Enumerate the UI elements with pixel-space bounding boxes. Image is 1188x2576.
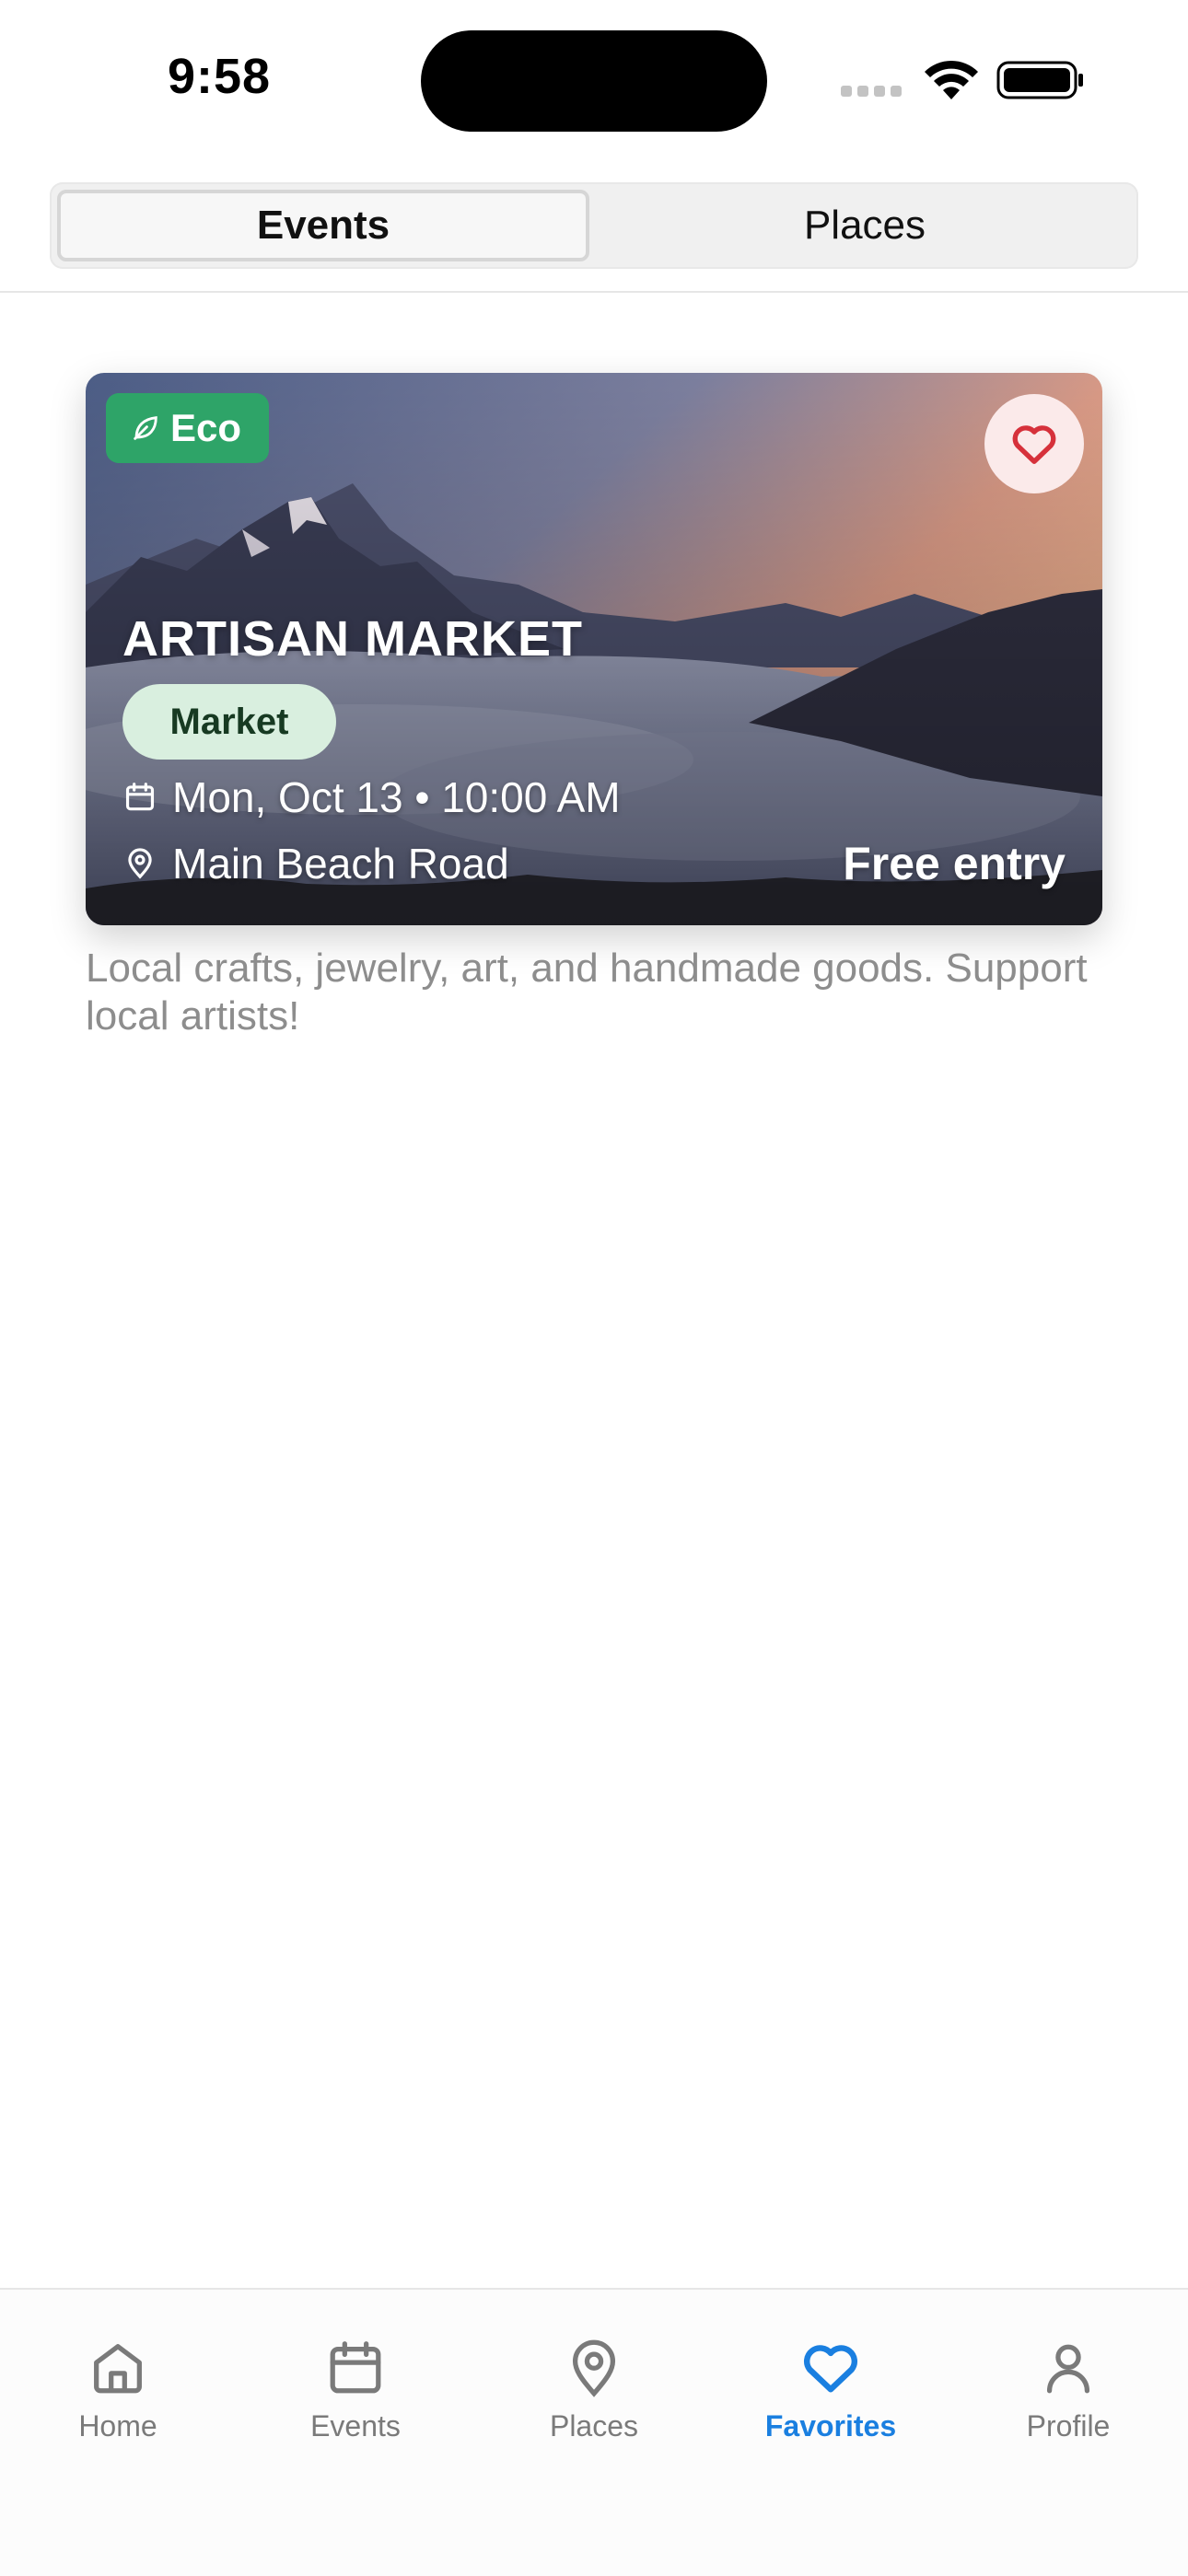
tab-favorites[interactable]: Favorites — [729, 2336, 932, 2443]
header-divider — [0, 291, 1188, 293]
cellular-signal-icon — [841, 85, 907, 101]
tab-profile-label: Profile — [1026, 2409, 1111, 2443]
events-places-segmented-control: Events Places — [50, 182, 1138, 269]
heart-icon — [803, 2345, 858, 2393]
calendar-icon — [330, 2341, 381, 2394]
tab-favorites-label: Favorites — [764, 2409, 897, 2443]
person-icon — [1046, 2344, 1090, 2394]
event-price: Free entry — [843, 838, 1066, 889]
event-location-row: Main Beach Road — [122, 839, 509, 888]
calendar-icon — [125, 783, 155, 811]
eco-badge: Eco — [106, 393, 270, 463]
dynamic-island — [421, 30, 767, 132]
tab-profile[interactable]: Profile — [967, 2336, 1170, 2443]
tab-events-label: Events — [310, 2409, 401, 2443]
home-icon — [94, 2344, 142, 2394]
favorite-button[interactable] — [984, 394, 1084, 493]
event-date-row: Mon, Oct 13 • 10:00 AM — [122, 772, 621, 822]
category-pill: Market — [122, 684, 336, 760]
eco-badge-label: Eco — [170, 406, 242, 449]
leaf-icon — [134, 416, 157, 440]
event-location: Main Beach Road — [172, 840, 509, 888]
wifi-icon — [925, 60, 978, 99]
map-pin-icon — [572, 2339, 616, 2397]
event-card[interactable]: Eco ARTISAN MARKET Market Mon, Oct 13 • … — [86, 373, 1102, 925]
tab-places-label: Places — [549, 2409, 639, 2443]
event-date-time: Mon, Oct 13 • 10:00 AM — [172, 773, 621, 821]
battery-icon — [996, 61, 1083, 99]
event-description: Local crafts, jewelry, art, and handmade… — [86, 946, 1088, 1039]
segment-events[interactable]: Events — [57, 190, 589, 261]
segment-places[interactable]: Places — [599, 190, 1131, 261]
tab-home[interactable]: Home — [17, 2336, 219, 2443]
status-time: 9:58 — [168, 49, 272, 104]
tab-home-label: Home — [78, 2409, 157, 2443]
status-bar: 9:58 — [0, 0, 1188, 157]
map-pin-icon — [128, 848, 152, 879]
heart-icon — [1012, 425, 1056, 464]
tab-bar: Home Events Places Favorites Profile — [0, 2288, 1188, 2576]
event-title: ARTISAN MARKET — [122, 611, 583, 667]
tab-events[interactable]: Events — [254, 2336, 457, 2443]
tab-places[interactable]: Places — [493, 2336, 695, 2443]
